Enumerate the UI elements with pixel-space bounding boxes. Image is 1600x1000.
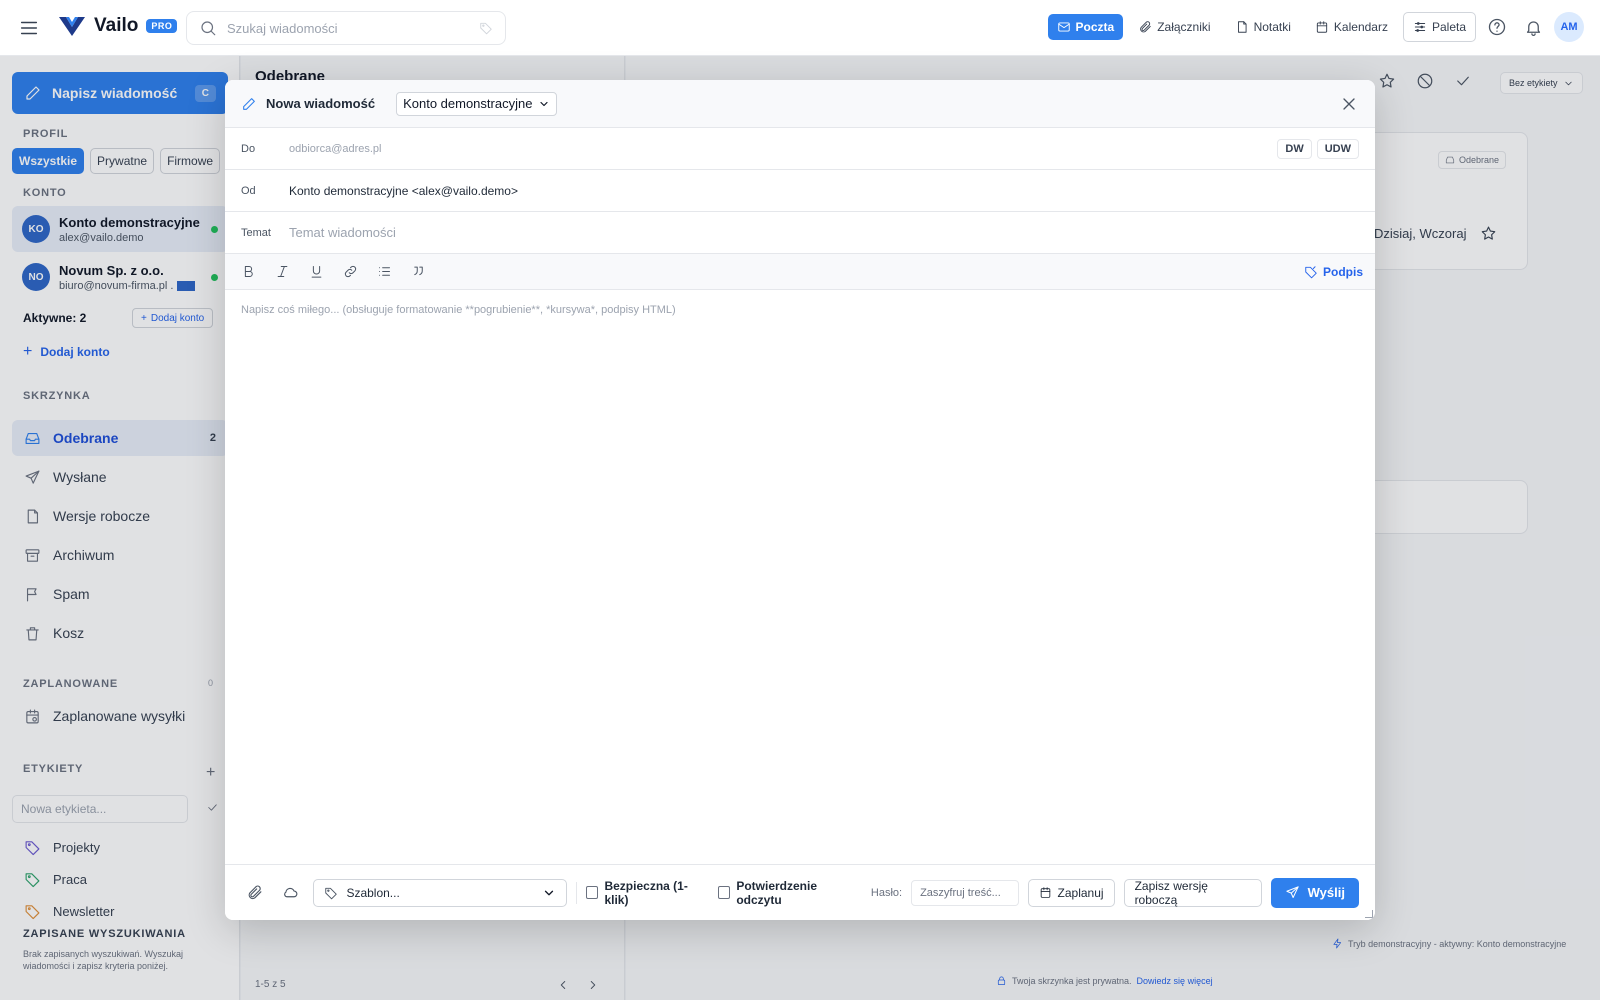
compose-title: Nowa wiadomość — [266, 96, 376, 111]
compose-dialog: Nowa wiadomość Konto demonstracyjne Do o… — [225, 80, 1375, 920]
subject-field[interactable]: Temat wiadomości — [289, 225, 396, 240]
paperclip-icon — [1140, 21, 1151, 33]
checkbox-box — [717, 886, 731, 899]
bell-icon — [1526, 20, 1540, 36]
underline-icon — [311, 266, 321, 278]
from-value: Konto demonstracyjne <alex@vailo.demo> — [289, 183, 518, 198]
calendar-clock-icon — [1040, 887, 1050, 898]
help-icon — [1488, 18, 1506, 36]
nav-attachments[interactable]: Załączniki — [1129, 14, 1219, 40]
nav-mail[interactable]: Poczta — [1047, 14, 1124, 40]
cloud-button[interactable] — [277, 879, 304, 907]
checkbox-box — [585, 886, 599, 899]
mail-icon — [1057, 22, 1070, 32]
palette-label: Paleta — [1431, 20, 1466, 34]
to-label: Do — [241, 142, 256, 155]
quote-icon — [413, 266, 423, 276]
chevron-down-icon — [544, 890, 553, 895]
tag-icon — [325, 887, 338, 899]
read-receipt-checkbox[interactable]: Potwierdzenie odczytu — [717, 879, 862, 907]
save-draft-button[interactable]: Zapisz wersję roboczą — [1123, 878, 1262, 907]
nav-calendar-label: Kalendarz — [1333, 20, 1388, 34]
search-placeholder: Szukaj wiadomości — [227, 20, 338, 36]
password-label: Hasło: — [870, 886, 903, 899]
italic-button[interactable] — [271, 261, 293, 283]
signature-button[interactable]: Podpis — [1304, 265, 1363, 279]
italic-icon — [277, 266, 287, 277]
secure-checkbox[interactable]: Bezpieczna (1-klik) — [585, 879, 709, 907]
logo-icon — [59, 17, 85, 36]
palette-button[interactable]: Paleta — [1402, 12, 1476, 42]
bold-button[interactable] — [237, 261, 259, 283]
nav-notes-label: Notatki — [1253, 20, 1291, 34]
top-bar: Vailo PRO Szukaj wiadomości Poczta Załąc… — [0, 0, 1600, 56]
app-name: Vailo — [94, 15, 139, 36]
nav-mail-label: Poczta — [1075, 20, 1115, 34]
link-icon — [344, 265, 356, 278]
bcc-button[interactable]: UDW — [1316, 138, 1359, 159]
close-icon[interactable] — [1339, 94, 1359, 114]
search-icon — [201, 21, 216, 36]
subject-label: Temat — [241, 226, 271, 239]
link-button[interactable] — [339, 261, 361, 283]
nav-attachments-label: Załączniki — [1157, 20, 1211, 34]
list-icon — [378, 267, 390, 276]
search-input[interactable]: Szukaj wiadomości — [186, 11, 506, 45]
list-button[interactable] — [373, 261, 395, 283]
nav-calendar[interactable]: Kalendarz — [1306, 14, 1397, 40]
resize-handle[interactable] — [1365, 910, 1373, 918]
compose-header: Nowa wiadomość Konto demonstracyjne — [225, 80, 1375, 128]
quote-button[interactable] — [407, 261, 429, 283]
cloud-icon — [284, 887, 298, 898]
from-label: Od — [241, 184, 256, 197]
divider — [575, 881, 577, 904]
template-select[interactable]: Szablon... — [313, 878, 567, 907]
message-body-editor[interactable]: Napisz coś miłego... (obsługuje formatow… — [241, 304, 676, 316]
tag-icon[interactable] — [479, 21, 493, 35]
user-avatar[interactable]: AM — [1554, 12, 1584, 42]
pencil-icon — [243, 97, 255, 110]
to-row: Do odbiorca@adres.pl DW UDW — [225, 128, 1375, 170]
signature-icon — [1305, 265, 1317, 278]
password-field[interactable]: Zaszyfruj treść... — [911, 879, 1019, 906]
attach-button[interactable] — [241, 879, 268, 907]
account-select[interactable]: Konto demonstracyjne — [396, 91, 558, 116]
to-field[interactable]: odbiorca@adres.pl — [289, 143, 382, 155]
compose-footer: Szablon... Bezpieczna (1-klik) Potwierdz… — [225, 864, 1375, 920]
nav-notes[interactable]: Notatki — [1226, 14, 1300, 40]
sliders-icon — [1414, 22, 1426, 32]
paperclip-icon — [248, 885, 262, 900]
menu-icon[interactable] — [18, 17, 40, 39]
calendar-icon — [1316, 21, 1328, 33]
underline-button[interactable] — [305, 261, 327, 283]
chevron-down-icon — [540, 101, 549, 106]
schedule-button[interactable]: Zaplanuj — [1027, 878, 1115, 907]
send-button[interactable]: Wyślij — [1270, 877, 1359, 908]
cc-button[interactable]: DW — [1277, 138, 1312, 159]
subject-row: Temat Temat wiadomości — [225, 212, 1375, 254]
top-nav: Poczta Załączniki Notatki Kalendarz Pale… — [1047, 12, 1584, 42]
send-icon — [1286, 886, 1299, 898]
notifications-button[interactable] — [1518, 12, 1548, 42]
pro-badge: PRO — [146, 19, 178, 33]
app-logo[interactable]: Vailo PRO — [58, 14, 178, 38]
from-row: Od Konto demonstracyjne <alex@vailo.demo… — [225, 170, 1375, 212]
help-button[interactable] — [1482, 12, 1512, 42]
bold-icon — [244, 266, 253, 277]
format-toolbar: Podpis — [225, 254, 1375, 290]
note-icon — [1237, 21, 1247, 33]
